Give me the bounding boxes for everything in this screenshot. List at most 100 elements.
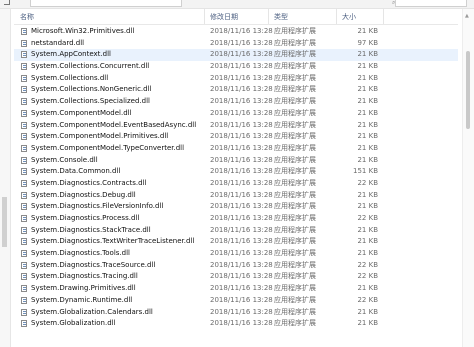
file-type: 应用程序扩展 bbox=[274, 237, 316, 246]
file-size: 21 KB bbox=[357, 97, 378, 106]
file-row[interactable]: System.Console.dll 2018/11/16 13:28 应用程序扩展… bbox=[14, 155, 458, 167]
file-row[interactable]: System.Collections.Concurrent.dll 2018/11… bbox=[14, 61, 458, 73]
file-size: 151 KB bbox=[353, 167, 378, 176]
file-size: 21 KB bbox=[357, 237, 378, 246]
file-date: 2018/11/16 13:28 bbox=[210, 50, 273, 59]
file-size: 21 KB bbox=[357, 249, 378, 258]
file-date: 2018/11/16 13:28 bbox=[210, 38, 273, 47]
dll-file-icon bbox=[21, 226, 27, 234]
dll-file-icon bbox=[21, 273, 27, 281]
file-name: System.Diagnostics.StackTrace.dll bbox=[31, 225, 151, 234]
file-row[interactable]: System.Diagnostics.StackTrace.dll 2018/11… bbox=[14, 225, 458, 237]
file-row[interactable]: System.Collections.dll 2018/11/16 13:28 应用… bbox=[14, 73, 458, 85]
column-header-date[interactable]: 修改日期 bbox=[210, 12, 238, 22]
file-row[interactable]: System.Globalization.dll 2018/11/16 13:28… bbox=[14, 318, 458, 330]
file-row[interactable]: System.Diagnostics.TextWriterTraceListen… bbox=[14, 236, 458, 248]
file-row[interactable]: System.Diagnostics.Tracing.dll 2018/11/16… bbox=[14, 271, 458, 283]
dll-file-icon bbox=[21, 51, 27, 59]
dll-file-icon bbox=[21, 261, 27, 269]
navigation-pane[interactable] bbox=[0, 9, 11, 347]
file-name: System.Diagnostics.TraceSource.dll bbox=[31, 260, 156, 269]
file-name: System.AppContext.dll bbox=[31, 50, 111, 59]
file-date: 2018/11/16 13:28 bbox=[210, 155, 273, 164]
file-size: 22 KB bbox=[357, 295, 378, 304]
column-header-size[interactable]: 大小 bbox=[342, 12, 356, 22]
file-name: System.ComponentModel.dll bbox=[31, 108, 132, 117]
file-row[interactable]: System.Collections.Specialized.dll 2018/1… bbox=[14, 96, 458, 108]
file-row[interactable]: System.Diagnostics.Process.dll 2018/11/16… bbox=[14, 213, 458, 225]
vertical-scrollbar[interactable]: ▲ bbox=[462, 9, 474, 347]
file-type: 应用程序扩展 bbox=[274, 202, 316, 211]
file-row[interactable]: System.Drawing.Primitives.dll 2018/11/16 … bbox=[14, 283, 458, 295]
file-row[interactable]: System.ComponentModel.Primitives.dll 2018… bbox=[14, 131, 458, 143]
file-type: 应用程序扩展 bbox=[274, 307, 316, 316]
file-type: 应用程序扩展 bbox=[274, 178, 316, 187]
file-row[interactable]: Microsoft.Win32.Primitives.dll 2018/11/16… bbox=[14, 26, 458, 38]
file-row[interactable]: System.ComponentModel.dll 2018/11/16 13:2… bbox=[14, 108, 458, 120]
file-size: 21 KB bbox=[357, 225, 378, 234]
file-row[interactable]: System.Diagnostics.TraceSource.dll 2018/1… bbox=[14, 260, 458, 272]
file-row[interactable]: System.Diagnostics.FileVersionInfo.dll 20… bbox=[14, 201, 458, 213]
column-header-row: 名称 修改日期 类型 大小 bbox=[14, 9, 458, 25]
file-size: 21 KB bbox=[357, 319, 378, 328]
file-name: System.ComponentModel.Primitives.dll bbox=[31, 132, 169, 141]
column-header-type[interactable]: 类型 bbox=[274, 12, 288, 22]
file-row[interactable]: System.ComponentModel.EventBasedAsync.dl… bbox=[14, 120, 458, 132]
file-type: 应用程序扩展 bbox=[274, 120, 316, 129]
file-name: System.ComponentModel.EventBasedAsync.dl… bbox=[31, 120, 197, 129]
file-row[interactable]: System.Globalization.Calendars.dll 2018/1… bbox=[14, 307, 458, 319]
file-row[interactable]: System.Diagnostics.Debug.dll 2018/11/16 1… bbox=[14, 190, 458, 202]
file-size: 21 KB bbox=[357, 190, 378, 199]
file-name: System.Diagnostics.Debug.dll bbox=[31, 190, 136, 199]
file-date: 2018/11/16 13:28 bbox=[210, 167, 273, 176]
dll-file-icon bbox=[21, 98, 27, 106]
file-type: 应用程序扩展 bbox=[274, 260, 316, 269]
file-row[interactable]: System.AppContext.dll 2018/11/16 13:28 应用程… bbox=[14, 49, 458, 62]
file-type: 应用程序扩展 bbox=[274, 214, 316, 222]
file-date: 2018/11/16 13:28 bbox=[210, 132, 273, 141]
file-name: System.Data.Common.dll bbox=[31, 167, 121, 176]
file-size: 21 KB bbox=[357, 85, 378, 94]
dll-file-icon bbox=[21, 121, 27, 129]
file-size: 21 KB bbox=[357, 143, 378, 152]
check-icon bbox=[4, 0, 10, 5]
file-size: 22 KB bbox=[357, 272, 378, 281]
dll-file-icon bbox=[21, 28, 27, 35]
address-field[interactable] bbox=[30, 0, 182, 7]
file-type: 应用程序扩展 bbox=[274, 190, 316, 199]
column-divider[interactable] bbox=[204, 9, 205, 24]
file-row[interactable]: System.Data.Common.dll 2018/11/16 13:28 应用… bbox=[14, 166, 458, 178]
file-size: 21 KB bbox=[357, 108, 378, 117]
column-divider[interactable] bbox=[383, 9, 384, 24]
file-date: 2018/11/16 13:28 bbox=[210, 214, 273, 222]
file-row[interactable]: System.Dynamic.Runtime.dll 2018/11/16 13:… bbox=[14, 295, 458, 307]
file-row[interactable]: System.Diagnostics.Contracts.dll 2018/11/… bbox=[14, 178, 458, 190]
navigation-pane-scroll-thumb[interactable] bbox=[2, 197, 7, 247]
file-date: 2018/11/16 13:28 bbox=[210, 307, 273, 316]
dll-file-icon bbox=[21, 191, 27, 199]
dll-file-icon bbox=[21, 39, 27, 47]
file-name: System.Diagnostics.FileVersionInfo.dll bbox=[31, 202, 164, 211]
file-row[interactable]: netstandard.dll 2018/11/16 13:28 应用程序扩展 97 … bbox=[14, 38, 458, 50]
file-size: 22 KB bbox=[357, 214, 378, 222]
file-date: 2018/11/16 13:28 bbox=[210, 190, 273, 199]
scrollbar-thumb[interactable] bbox=[466, 51, 470, 129]
search-input[interactable] bbox=[395, 0, 467, 7]
file-date: 2018/11/16 13:28 bbox=[210, 237, 273, 246]
file-type: 应用程序扩展 bbox=[274, 272, 316, 281]
dll-file-icon bbox=[21, 168, 27, 176]
file-type: 应用程序扩展 bbox=[274, 167, 316, 176]
file-size: 97 KB bbox=[357, 38, 378, 47]
file-row[interactable]: System.Diagnostics.Tools.dll 2018/11/16 1… bbox=[14, 248, 458, 260]
column-header-name[interactable]: 名称 bbox=[20, 12, 34, 22]
file-name: System.Diagnostics.Tracing.dll bbox=[31, 272, 138, 281]
dll-file-icon bbox=[21, 296, 27, 304]
file-row[interactable]: System.ComponentModel.TypeConverter.dll 2… bbox=[14, 143, 458, 155]
column-divider[interactable] bbox=[336, 9, 337, 24]
file-type: 应用程序扩展 bbox=[274, 295, 316, 304]
file-row[interactable]: System.Collections.NonGeneric.dll 2018/11… bbox=[14, 84, 458, 96]
chevron-up-icon[interactable]: ▲ bbox=[465, 13, 469, 19]
file-type: 应用程序扩展 bbox=[274, 85, 316, 94]
file-type: 应用程序扩展 bbox=[274, 143, 316, 152]
column-divider[interactable] bbox=[268, 9, 269, 24]
